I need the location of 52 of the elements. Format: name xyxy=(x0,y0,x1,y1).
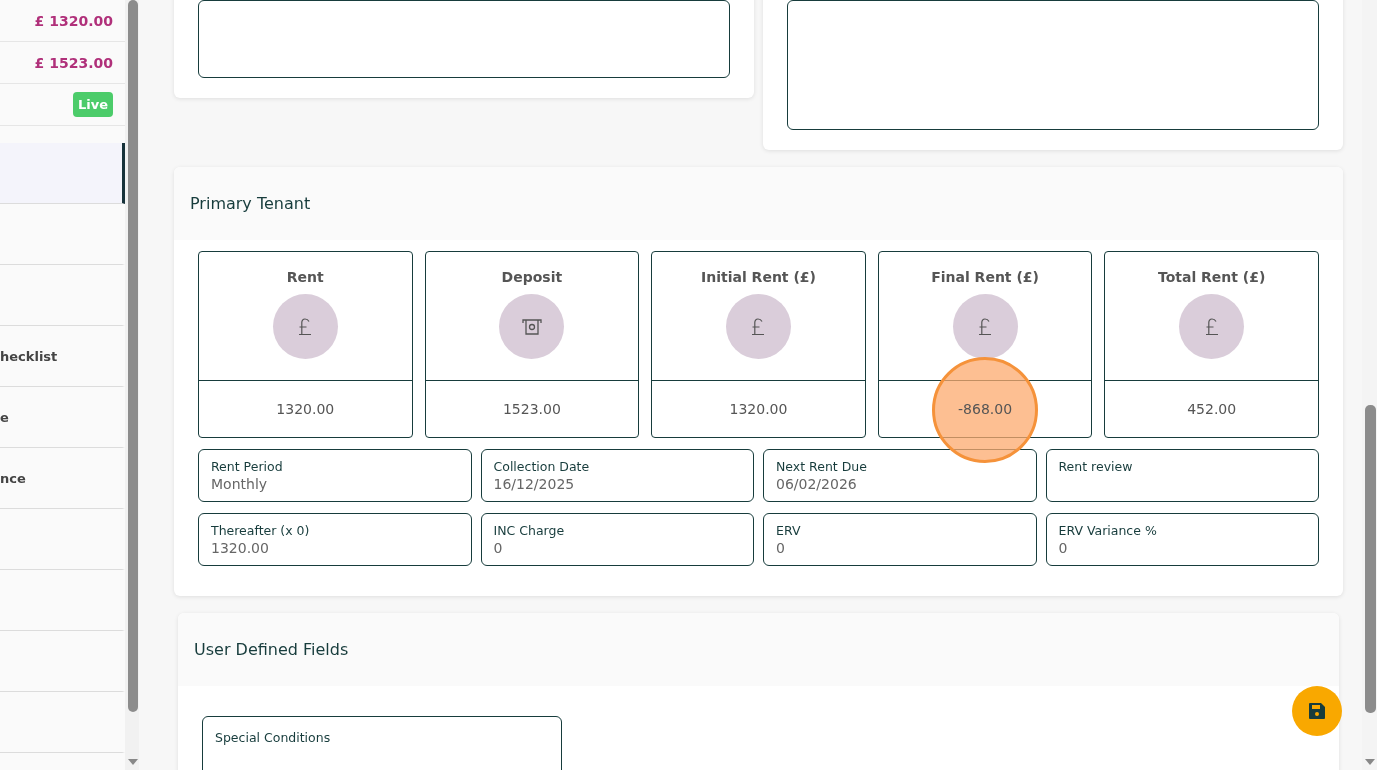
field-value: Monthly xyxy=(211,476,269,492)
field-label: ERV xyxy=(776,523,802,538)
section-title: User Defined Fields xyxy=(194,640,349,659)
scroll-down-icon[interactable] xyxy=(128,759,138,765)
scrollbar-thumb[interactable] xyxy=(1365,405,1376,713)
form-field[interactable]: Collection Date 16/12/2025 xyxy=(480,449,754,502)
pound-icon xyxy=(298,317,313,336)
scroll-down-icon[interactable] xyxy=(1365,759,1375,765)
pound-icon xyxy=(1204,317,1219,336)
status-badge: Live xyxy=(72,92,113,117)
field-value: 0 xyxy=(493,540,504,556)
sidebar-item[interactable] xyxy=(0,143,125,204)
field-value: 0 xyxy=(776,540,786,556)
stat-value: 1523.00 xyxy=(502,401,561,417)
form-field[interactable]: Rent Period Monthly xyxy=(198,449,472,502)
pound-icon xyxy=(978,317,993,336)
form-field[interactable]: INC Charge 0 xyxy=(480,513,754,566)
form-field[interactable]: Special Conditions xyxy=(202,716,562,770)
field-label: Rent Period xyxy=(211,459,284,474)
section-title: Primary Tenant xyxy=(190,194,311,213)
pound-icon xyxy=(751,317,766,336)
amount: £ 1320.00 xyxy=(34,12,113,29)
stat-title: Rent xyxy=(286,269,324,285)
save-icon xyxy=(1308,702,1326,720)
stat-title: Total Rent (£) xyxy=(1157,269,1266,285)
stat-title: Final Rent (£) xyxy=(931,269,1039,285)
stat-title: Initial Rent (£) xyxy=(701,269,816,285)
field-label: Rent review xyxy=(1058,459,1134,474)
amount: £ 1523.00 xyxy=(34,54,113,71)
field-label: Collection Date xyxy=(493,459,591,474)
field-label: ERV Variance % xyxy=(1058,523,1158,538)
stat-value: -868.00 xyxy=(958,401,1013,417)
scrollbar-thumb[interactable] xyxy=(128,0,138,712)
field-value: 06/02/2026 xyxy=(776,476,858,492)
field-value: 1320.00 xyxy=(211,540,270,556)
field-label: INC Charge xyxy=(493,523,566,538)
cash-icon xyxy=(521,317,542,336)
field-label: Thereafter (x 0) xyxy=(211,523,311,538)
field-value: 0 xyxy=(1058,540,1069,556)
field-label: Special Conditions xyxy=(215,730,331,745)
form-field[interactable]: ERV 0 xyxy=(763,513,1037,566)
stat-value: 1320.00 xyxy=(276,401,335,417)
form-field[interactable]: Thereafter (x 0) 1320.00 xyxy=(198,513,472,566)
form-field[interactable]: ERV Variance % 0 xyxy=(1045,513,1319,566)
form-field[interactable]: Rent review xyxy=(1045,449,1319,502)
stat-title: Deposit xyxy=(501,269,563,285)
text-area[interactable] xyxy=(198,0,730,78)
stat-value: 1320.00 xyxy=(729,401,788,417)
field-value: 16/12/2025 xyxy=(493,476,576,492)
field-label: Next Rent Due xyxy=(776,459,868,474)
stat-value: 452.00 xyxy=(1187,401,1237,417)
form-field[interactable]: Next Rent Due 06/02/2026 xyxy=(763,449,1037,502)
